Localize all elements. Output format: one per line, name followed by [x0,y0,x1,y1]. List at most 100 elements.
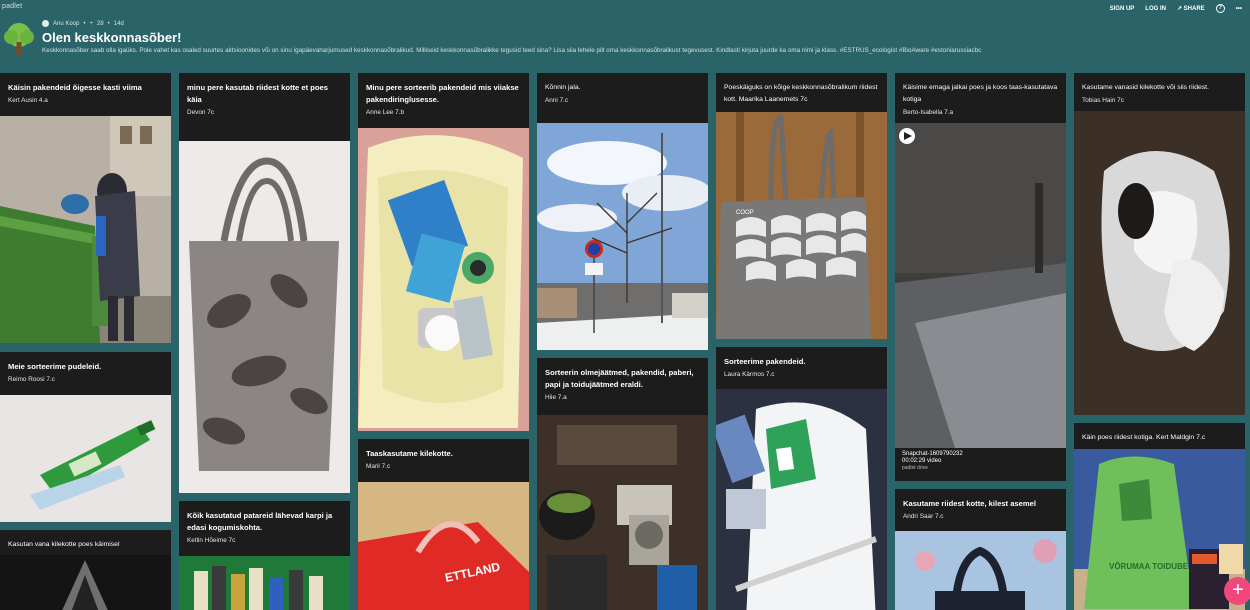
post-header: Taaskasutame kilekotte. Maril 7.c [358,439,529,482]
author-name: Anu Koop [53,20,80,27]
batteries-photo[interactable] [179,556,350,610]
post-header: minu pere kasutab riidest kotte et poes … [179,73,350,141]
post-header: Kõik kasutatud patareid lähevad karpi ja… [179,501,350,556]
video-info: Snapchat-1609790232 00:02:29 video padle… [895,448,1066,481]
page-title: Olen keskkonnasõber! [42,30,182,45]
like-icon: • [83,20,86,27]
post-title: Sorteerin olmejäätmed, pakendid, paberi,… [545,368,694,389]
help-icon[interactable]: ? [1215,4,1225,13]
post-card[interactable]: Kõik kasutatud patareid lähevad karpi ja… [179,501,350,610]
post-title: Kasutame vanasid kilekotte või siis riid… [1082,84,1209,91]
post-header: Poeskäiguks on kõige keskkonnasõbralikum… [716,73,887,112]
post-author: Andri Saar 7.c [903,513,944,520]
post-title: minu pere kasutab riidest kotte et poes … [187,83,328,104]
post-card[interactable]: Sorteerin olmejäätmed, pakendid, paberi,… [537,358,708,610]
post-title: Minu pere sorteerib pakendeid mis viiaks… [366,83,519,104]
post-card[interactable]: Kõnnin jala. Anni 7.c [537,73,708,350]
avatar [42,20,49,27]
coop-bag-photo[interactable]: COOP [716,112,887,339]
post-author: Ketlin Hõeime 7c [187,537,236,544]
post-card[interactable]: Sorteerime pakendeid. Laura Kärmos 7.c [716,347,887,610]
post-card[interactable]: minu pere kasutab riidest kotte et poes … [179,73,350,493]
post-card[interactable]: Poeskäiguks on kõige keskkonnasõbralikum… [716,73,887,339]
top-bar: padlet SIGN UP LOG IN ↗ SHARE ? ••• [0,0,1250,18]
padlet-header: Anu Koop • + 28 • 14d Olen keskkonnasõbe… [0,18,1250,66]
post-author: Maril 7.c [366,463,391,470]
like-count: 28 [96,20,104,27]
brand-logo[interactable]: padlet [2,3,22,10]
sorting-bins-photo[interactable] [537,415,708,610]
post-header: Kasutame riidest kotte, kilest asemel An… [895,489,1066,531]
plastic-bag-red-photo[interactable]: ETTLAND [358,482,529,610]
post-title: Meie sorteerime pudeleid. [8,362,102,371]
post-card[interactable]: Taaskasutame kilekotte. Maril 7.c ETTLAN… [358,439,529,610]
cloth-bag-photo[interactable] [179,141,350,493]
post-title: Käisin pakendeid õigesse kasti viima [8,83,142,92]
login-link[interactable]: LOG IN [1145,6,1166,12]
green-bag-photo[interactable]: VÕRUMAA TOIDUBEST [1074,449,1245,610]
dot-separator: • [107,20,110,27]
post-header: Sorteerime pakendeid. Laura Kärmos 7.c [716,347,887,389]
bag-brand: COOP [736,210,754,216]
share-label: SHARE [1183,6,1205,12]
top-links: SIGN UP LOG IN ↗ SHARE ? ••• [1110,4,1242,13]
post-header: Minu pere sorteerib pakendeid mis viiaks… [358,73,529,128]
post-title: Käisime emaga jalkai poes ja koos taas-k… [903,84,1058,103]
video-source: padlet drive [902,465,928,471]
video-name: Snapchat-1609790232 [902,451,963,457]
plastic-bottles-photo[interactable] [0,395,171,522]
post-author: Anni 7.c [545,97,569,104]
street-walk-photo[interactable] [537,123,708,350]
post-header: Käisin pakendeid õigesse kasti viima Ker… [0,73,171,116]
more-icon[interactable]: ••• [1236,6,1242,12]
plus-icon: + [89,20,93,27]
post-card[interactable]: Minu pere sorteerib pakendeid mis viiaks… [358,73,529,431]
post-header: Kõnnin jala. Anni 7.c [537,73,708,123]
post-card[interactable]: Kasutan vana kilekotte poes käimisel [0,530,171,610]
share-button[interactable]: ↗ SHARE [1177,5,1205,12]
post-card[interactable]: Käin poes riidest kotiga. Kert Maldgin 7… [1074,423,1245,610]
post-title: Kõnnin jala. [545,84,581,91]
post-author: Berto-Isabella 7.a [903,109,954,116]
post-author: Reimo Roosi 7.c [8,376,55,383]
bag-brand: VÕRUMAA TOIDUBEST [1109,562,1198,571]
post-header: Kasutame vanasid kilekotte või siis riid… [1074,73,1245,111]
post-header: Käisime emaga jalkai poes ja koos taas-k… [895,73,1066,123]
fabric-bag-photo[interactable] [895,531,1066,610]
tree-icon [4,23,34,56]
post-title: Taaskasutame kilekotte. [366,449,453,458]
post-title: Käin poes riidest kotiga. Kert Maldgin 7… [1082,434,1206,441]
plastic-sorting-photo[interactable] [716,389,887,610]
post-card[interactable]: Kasutame vanasid kilekotte või siis riid… [1074,73,1245,415]
plastic-bags-photo[interactable] [1074,111,1245,415]
post-header: Meie sorteerime pudeleid. Reimo Roosi 7.… [0,352,171,395]
post-author: Kert Ausin 4.a [8,97,48,104]
post-title: Poeskäiguks on kõige keskkonnasõbralikum… [724,84,878,103]
plastic-bag-photo[interactable] [0,555,171,610]
video-duration: 00:02:29 video [902,458,942,464]
signup-link[interactable]: SIGN UP [1110,6,1135,12]
post-author: Tobias Hain 7c [1082,97,1124,104]
post-title: Kasutame riidest kotte, kilest asemel [903,499,1036,508]
post-title: Sorteerime pakendeid. [724,357,806,366]
post-author: Laura Kärmos 7.c [724,371,775,378]
post-header: Kasutan vana kilekotte poes käimisel [0,530,171,555]
post-author: Devon 7c [187,109,214,116]
age: 14d [113,20,124,27]
add-post-button[interactable]: + [1224,577,1250,605]
yellow-bag-photo[interactable] [358,128,529,431]
post-card[interactable]: Käisin pakendeid õigesse kasti viima Ker… [0,73,171,343]
post-title: Kõik kasutatud patareid lähevad karpi ja… [187,511,333,532]
share-icon: ↗ [1176,6,1184,12]
post-meta: Anu Koop • + 28 • 14d [42,20,124,27]
post-author: Anne Lee 7.b [366,109,405,116]
video-thumbnail[interactable] [895,123,1066,448]
post-author: Hiie 7.a [545,394,567,401]
post-card[interactable]: Kasutame riidest kotte, kilest asemel An… [895,489,1066,610]
page-description: Keskkonnasõber saab olla igaüks. Pole va… [42,47,982,54]
post-header: Sorteerin olmejäätmed, pakendid, paberi,… [537,358,708,415]
recycling-bins-photo[interactable] [0,116,171,343]
post-card[interactable]: Meie sorteerime pudeleid. Reimo Roosi 7.… [0,352,171,522]
post-title: Kasutan vana kilekotte poes käimisel [8,541,120,548]
post-card[interactable]: Käisime emaga jalkai poes ja koos taas-k… [895,73,1066,481]
